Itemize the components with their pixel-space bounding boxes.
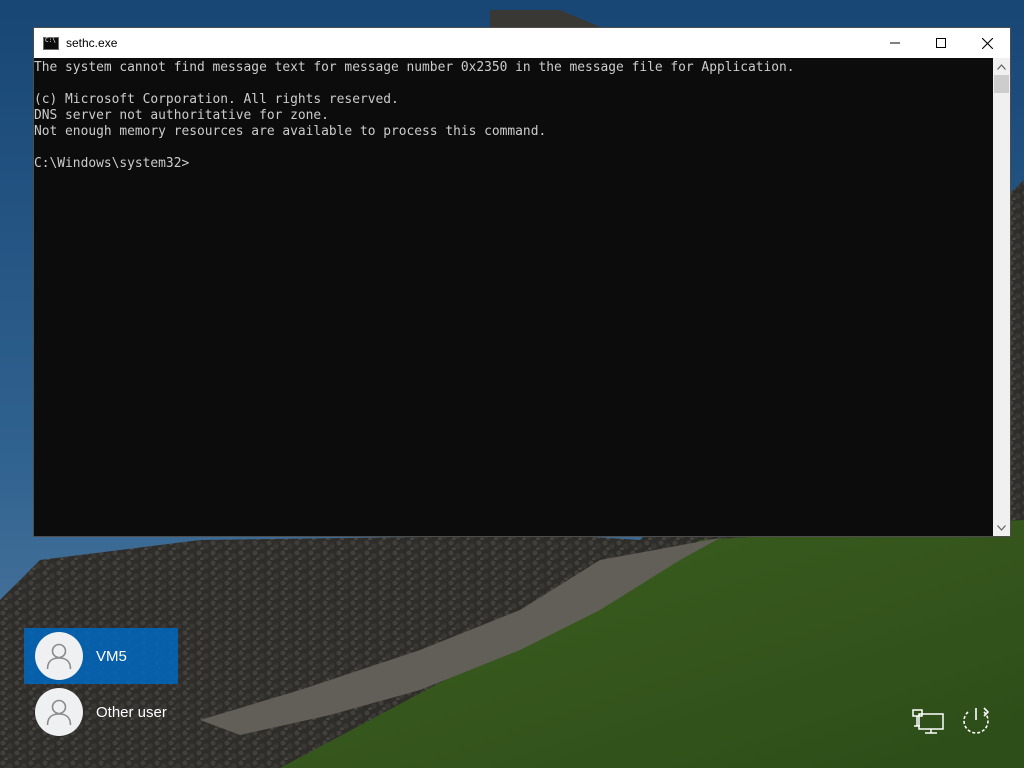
user-name: Other user (96, 703, 167, 721)
user-tile-other-user[interactable]: Other user (24, 684, 178, 740)
network-button[interactable] (911, 707, 945, 737)
user-icon (46, 699, 72, 726)
power-button[interactable] (958, 706, 992, 736)
user-tile-vm5[interactable]: VM5 (24, 628, 178, 684)
close-button[interactable] (964, 28, 1010, 58)
avatar (35, 688, 83, 736)
console-icon (43, 36, 59, 50)
scroll-thumb[interactable] (994, 75, 1009, 93)
title-bar[interactable]: sethc.exe (34, 28, 1010, 58)
window-title: sethc.exe (66, 36, 118, 50)
console-line: (c) Microsoft Corporation. All rights re… (34, 92, 399, 107)
close-icon (981, 37, 993, 49)
console-line: The system cannot find message text for … (34, 60, 795, 75)
console-window[interactable]: sethc.exe The system cannot find messag (33, 27, 1011, 537)
console-line: DNS server not authoritative for zone. (34, 108, 329, 123)
power-icon (963, 707, 990, 734)
network-icon (912, 709, 944, 734)
scroll-down-button[interactable] (993, 519, 1010, 536)
user-name: VM5 (96, 647, 127, 665)
vertical-scrollbar[interactable] (993, 58, 1010, 536)
maximize-button[interactable] (918, 28, 964, 58)
maximize-icon (936, 38, 946, 48)
console-output[interactable]: The system cannot find message text for … (34, 58, 993, 536)
avatar (35, 632, 83, 680)
minimize-button[interactable] (872, 28, 918, 58)
minimize-icon (890, 42, 900, 44)
scroll-up-button[interactable] (993, 58, 1010, 75)
command-prompt[interactable]: C:\Windows\system32> (34, 156, 993, 172)
caption-buttons (872, 28, 1010, 58)
console-line: Not enough memory resources are availabl… (34, 124, 547, 139)
chevron-up-icon (997, 63, 1006, 70)
chevron-down-icon (997, 524, 1006, 531)
user-icon (46, 643, 72, 670)
